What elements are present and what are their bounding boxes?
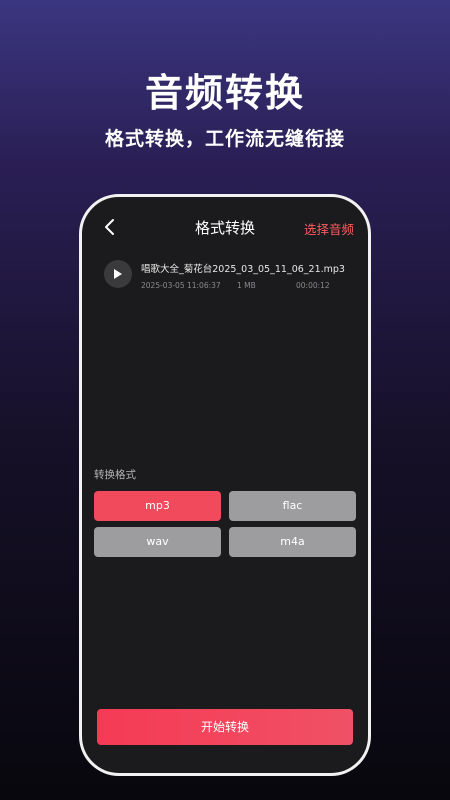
promo-subtitle: 格式转换，工作流无缝衔接 bbox=[104, 128, 345, 150]
play-button[interactable] bbox=[104, 260, 132, 288]
select-audio-button[interactable]: 选择音频 bbox=[304, 219, 354, 238]
format-option-mp3[interactable]: mp3 bbox=[94, 491, 221, 521]
audio-file-item[interactable]: 唱歌大全_菊花台2025_03_05_11_06_21.mp3 2025-03-… bbox=[104, 257, 354, 297]
phone-frame: 格式转换 选择音频 唱歌大全_菊花台2025_03_05_11_06_21.mp… bbox=[79, 194, 371, 776]
file-date: 2025-03-05 11:06:37 bbox=[141, 281, 221, 290]
promo-title: 音频转换 bbox=[144, 71, 305, 115]
file-duration: 00:00:12 bbox=[296, 281, 330, 290]
format-section-label: 转换格式 bbox=[94, 469, 136, 481]
start-convert-button[interactable]: 开始转换 bbox=[97, 709, 353, 745]
app-header: 格式转换 选择音频 bbox=[82, 197, 368, 257]
file-name: 唱歌大全_菊花台2025_03_05_11_06_21.mp3 bbox=[141, 264, 345, 275]
play-icon bbox=[114, 269, 122, 279]
format-option-m4a[interactable]: m4a bbox=[229, 527, 356, 557]
file-size: 1 MB bbox=[237, 281, 256, 290]
format-option-flac[interactable]: flac bbox=[229, 491, 356, 521]
format-option-wav[interactable]: wav bbox=[94, 527, 221, 557]
